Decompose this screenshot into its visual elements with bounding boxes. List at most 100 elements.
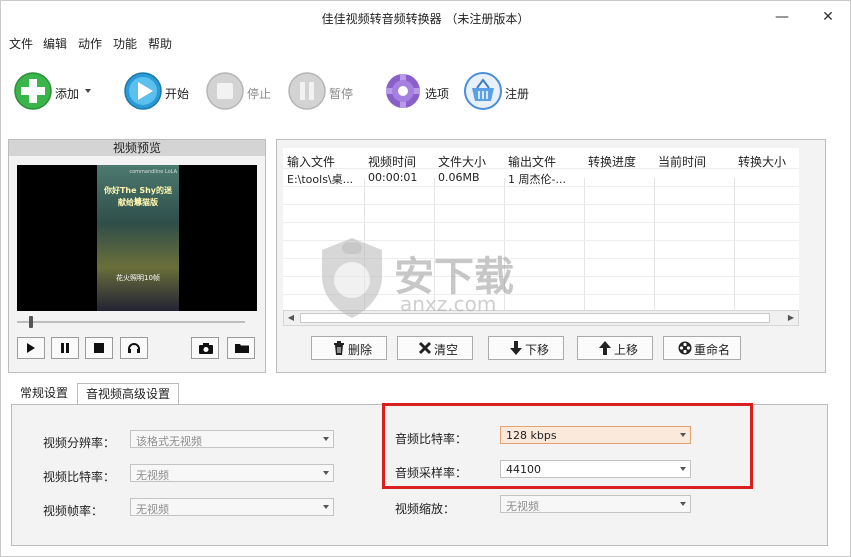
video-caption-line-3: 花火照明10帧 bbox=[116, 274, 160, 282]
video-bitrate-value: 无视频 bbox=[136, 469, 169, 482]
pause-button[interactable]: 暂停 bbox=[287, 71, 355, 115]
pause-icon bbox=[288, 72, 326, 110]
column-divider bbox=[584, 178, 585, 318]
row-divider bbox=[283, 294, 799, 295]
cell-file-size: 0.06MB bbox=[438, 171, 480, 184]
stop-icon bbox=[94, 343, 104, 353]
video-fps-label: 视频帧率： bbox=[43, 504, 104, 518]
tab-av-advanced-settings[interactable]: 音视频高级设置 bbox=[77, 383, 179, 405]
chevron-down-icon bbox=[323, 505, 329, 509]
video-bitrate-select[interactable]: 无视频 bbox=[130, 464, 334, 482]
film-reel-icon bbox=[678, 341, 692, 355]
video-resolution-select[interactable]: 该格式无视频 bbox=[130, 430, 334, 448]
chevron-down-icon bbox=[680, 502, 686, 506]
cell-output-file: 1 周杰伦-... bbox=[508, 173, 566, 186]
row-divider bbox=[283, 240, 799, 241]
row-divider bbox=[283, 222, 799, 223]
register-button[interactable]: 注册 bbox=[463, 71, 531, 115]
video-frame-image: commandline LoLA 你好The Shy的迷妹 献给恩猫版 花火照明… bbox=[97, 165, 179, 311]
row-divider bbox=[283, 186, 799, 187]
seek-bar[interactable] bbox=[17, 321, 245, 323]
chevron-down-icon bbox=[323, 471, 329, 475]
options-label: 选项 bbox=[425, 87, 450, 101]
video-scale-select[interactable]: 无视频 bbox=[500, 495, 691, 513]
preview-title: 视频预览 bbox=[9, 140, 265, 156]
menu-action[interactable]: 动作 bbox=[78, 35, 102, 52]
preview-stop-button[interactable] bbox=[85, 337, 113, 359]
video-preview-panel: 视频预览 commandline LoLA 你好The Shy的迷妹 献给恩猫版… bbox=[8, 139, 266, 373]
column-divider bbox=[434, 178, 435, 318]
minimize-button[interactable]: — bbox=[767, 5, 797, 29]
open-folder-button[interactable] bbox=[227, 337, 255, 359]
move-down-label: 下移 bbox=[525, 343, 550, 357]
chevron-down-icon bbox=[680, 433, 686, 437]
tab-general-settings[interactable]: 常规设置 bbox=[13, 383, 75, 405]
pause-icon bbox=[61, 343, 69, 353]
audio-bitrate-select[interactable]: 128 kbps bbox=[500, 426, 691, 444]
video-corner-text: commandline LoLA bbox=[129, 169, 177, 175]
settings-panel: 视频分辨率： 该格式无视频 视频比特率： 无视频 视频帧率： 无视频 音频比特率… bbox=[11, 404, 828, 546]
camera-icon bbox=[199, 343, 213, 354]
folder-icon bbox=[235, 344, 249, 353]
basket-icon bbox=[464, 72, 502, 110]
audio-samplerate-value: 44100 bbox=[506, 463, 541, 476]
video-resolution-label: 视频分辨率： bbox=[43, 436, 116, 450]
delete-button[interactable]: 删除 bbox=[311, 336, 387, 360]
column-divider bbox=[504, 178, 505, 318]
arrow-down-icon bbox=[510, 341, 522, 355]
video-resolution-value: 该格式无视频 bbox=[136, 435, 202, 448]
scroll-right-icon[interactable]: ▶ bbox=[784, 311, 798, 325]
seek-handle[interactable] bbox=[29, 316, 33, 328]
x-icon bbox=[418, 341, 432, 355]
gear-icon bbox=[386, 74, 420, 108]
menu-edit[interactable]: 编辑 bbox=[43, 35, 67, 52]
add-button[interactable]: 添加 bbox=[13, 71, 95, 115]
close-button[interactable]: ✕ bbox=[813, 5, 843, 29]
stop-button[interactable]: 停止 bbox=[205, 71, 273, 115]
add-label: 添加 bbox=[55, 87, 80, 101]
add-dropdown-caret-icon[interactable] bbox=[85, 89, 91, 93]
audio-samplerate-select[interactable]: 44100 bbox=[500, 460, 691, 478]
menu-help[interactable]: 帮助 bbox=[148, 35, 172, 52]
start-button[interactable]: 开始 bbox=[123, 71, 191, 115]
row-divider bbox=[283, 204, 799, 205]
cell-input-file: E:\tools\桌... bbox=[287, 173, 354, 186]
pause-label: 暂停 bbox=[329, 87, 354, 101]
stop-icon bbox=[206, 72, 244, 110]
scroll-left-icon[interactable]: ◀ bbox=[284, 311, 298, 325]
column-divider bbox=[364, 178, 365, 318]
move-up-label: 上移 bbox=[614, 343, 639, 357]
audio-bitrate-value: 128 kbps bbox=[506, 429, 557, 442]
video-canvas: commandline LoLA 你好The Shy的迷妹 献给恩猫版 花火照明… bbox=[17, 165, 257, 311]
move-down-button[interactable]: 下移 bbox=[488, 336, 564, 360]
rename-button[interactable]: 重命名 bbox=[663, 336, 741, 360]
row-divider bbox=[283, 258, 799, 259]
menu-function[interactable]: 功能 bbox=[113, 35, 137, 52]
preview-play-button[interactable] bbox=[17, 337, 45, 359]
clear-label: 清空 bbox=[434, 343, 459, 357]
play-icon bbox=[27, 343, 35, 353]
file-list-panel: 输入文件 视频时间 文件大小 输出文件 转换进度 当前时间 转换大小 E:\to… bbox=[276, 139, 826, 373]
audio-bitrate-label: 音频比特率： bbox=[395, 432, 468, 446]
clear-button[interactable]: 清空 bbox=[397, 336, 473, 360]
horizontal-scrollbar[interactable]: ◀ ▶ bbox=[283, 310, 799, 326]
scroll-thumb[interactable] bbox=[300, 313, 770, 323]
options-button[interactable]: 选项 bbox=[383, 71, 451, 115]
video-fps-value: 无视频 bbox=[136, 503, 169, 516]
cell-duration: 00:00:01 bbox=[368, 171, 418, 184]
snapshot-button[interactable] bbox=[191, 337, 219, 359]
play-icon bbox=[124, 72, 162, 110]
video-caption-line-2: 献给恩猫版 bbox=[118, 198, 158, 207]
start-label: 开始 bbox=[165, 87, 190, 101]
menu-file[interactable]: 文件 bbox=[9, 35, 33, 52]
move-up-button[interactable]: 上移 bbox=[577, 336, 653, 360]
video-bitrate-label: 视频比特率： bbox=[43, 470, 116, 484]
video-scale-value: 无视频 bbox=[506, 500, 539, 513]
audio-samplerate-label: 音频采样率： bbox=[395, 466, 468, 480]
plus-icon bbox=[14, 72, 52, 110]
preview-audio-button[interactable] bbox=[120, 337, 148, 359]
table-row[interactable]: E:\tools\桌... 00:00:01 0.06MB 1 周杰伦-... bbox=[283, 168, 799, 186]
preview-pause-button[interactable] bbox=[51, 337, 79, 359]
register-label: 注册 bbox=[505, 87, 530, 101]
video-fps-select[interactable]: 无视频 bbox=[130, 498, 334, 516]
